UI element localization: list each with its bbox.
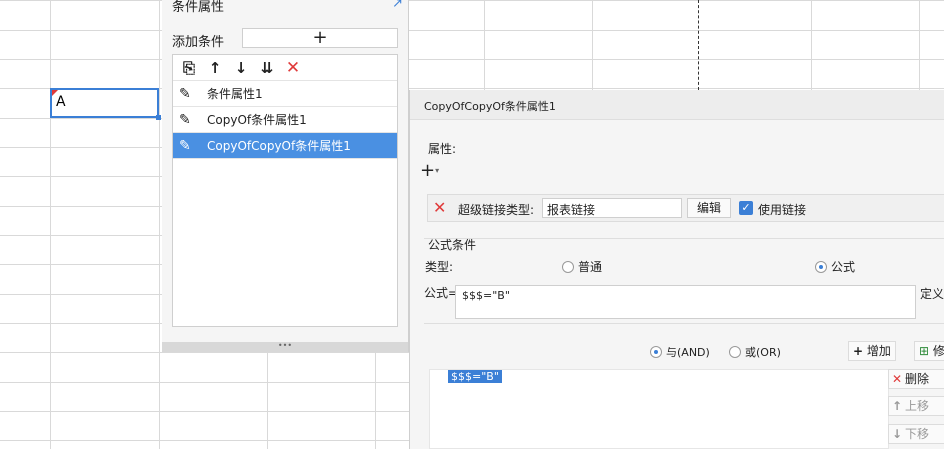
list-item-label: CopyOf条件属性1 bbox=[207, 113, 307, 127]
pencil-icon: ✎ bbox=[179, 85, 191, 102]
list-item-label: CopyOfCopyOf条件属性1 bbox=[207, 139, 351, 153]
move-down-button[interactable]: ↓ 下移 bbox=[888, 424, 944, 444]
formula-input[interactable]: $$$="B" bbox=[455, 285, 916, 319]
logic-or-option[interactable]: 或(OR) bbox=[729, 344, 781, 360]
panel-title: 条件属性 bbox=[172, 0, 225, 15]
list-item[interactable]: ✎ 条件属性1 bbox=[173, 81, 397, 107]
arrow-down-icon: ↓ bbox=[892, 427, 903, 441]
radio-button-selected[interactable] bbox=[650, 346, 662, 358]
modify-icon: ⊞ bbox=[919, 344, 930, 358]
radio-button[interactable] bbox=[729, 346, 741, 358]
property-label: 属性: bbox=[428, 142, 457, 156]
radio-button-selected[interactable] bbox=[815, 261, 827, 273]
formula-condition-list: $$$="B" bbox=[429, 369, 889, 449]
condition-toolbar: ⎘ ↑ ↓ ⇊ ✕ bbox=[173, 55, 397, 81]
condition-list: ⎘ ↑ ↓ ⇊ ✕ ✎ 条件属性1 ✎ CopyOf条件属性1 ✎ CopyOf… bbox=[172, 54, 398, 327]
add-condition-label: 添加条件 bbox=[172, 35, 225, 50]
move-bottom-icon[interactable]: ⇊ bbox=[257, 59, 277, 77]
add-condition-button[interactable]: + bbox=[242, 28, 398, 48]
move-up-icon[interactable]: ↑ bbox=[205, 59, 225, 77]
plus-icon: + bbox=[853, 344, 864, 358]
pencil-icon: ✎ bbox=[179, 137, 191, 154]
cell-marker-icon bbox=[52, 90, 58, 96]
remove-property-icon[interactable]: ✕ bbox=[433, 198, 446, 217]
list-item-label: 条件属性1 bbox=[207, 87, 263, 101]
formula-label: 公式= bbox=[424, 286, 459, 300]
use-link-checkbox[interactable]: ✓ bbox=[739, 201, 753, 215]
delete-icon[interactable]: ✕ bbox=[283, 58, 303, 78]
hyperlink-type-field[interactable]: 报表链接 bbox=[542, 198, 682, 218]
arrow-up-icon: ↑ bbox=[892, 399, 903, 413]
radio-button[interactable] bbox=[562, 261, 574, 273]
pin-icon[interactable]: ↗ bbox=[392, 0, 403, 11]
modify-button[interactable]: ⊞ 修 bbox=[914, 341, 944, 361]
type-label: 类型: bbox=[425, 260, 454, 274]
cell-value: A bbox=[56, 94, 66, 110]
type-option-normal[interactable]: 普通 bbox=[562, 258, 602, 275]
list-item[interactable]: ✎ CopyOf条件属性1 bbox=[173, 107, 397, 133]
list-item-selected[interactable]: ✎ CopyOfCopyOf条件属性1 bbox=[173, 133, 397, 159]
fill-handle[interactable] bbox=[156, 115, 161, 120]
move-down-icon[interactable]: ↓ bbox=[231, 59, 251, 77]
page-break-line bbox=[698, 0, 699, 90]
logic-and-option[interactable]: 与(AND) bbox=[650, 344, 710, 360]
delete-button[interactable]: ✕ 删除 bbox=[888, 369, 944, 389]
hyperlink-property-row: ✕ 超级链接类型: 报表链接 编辑 ✓ 使用链接 bbox=[427, 194, 944, 222]
add-property-dropdown[interactable]: +▾ bbox=[420, 162, 450, 182]
pencil-icon: ✎ bbox=[179, 111, 191, 128]
chevron-down-icon: ▾ bbox=[435, 166, 440, 175]
dialog-title: CopyOfCopyOf条件属性1 bbox=[410, 90, 944, 120]
type-option-formula[interactable]: 公式 bbox=[815, 258, 855, 275]
copy-icon[interactable]: ⎘ bbox=[179, 59, 199, 77]
use-link-label: 使用链接 bbox=[758, 203, 807, 217]
delete-icon: ✕ bbox=[892, 372, 903, 386]
condition-detail-dialog: CopyOfCopyOf条件属性1 属性: +▾ ✕ 超级链接类型: 报表链接 … bbox=[409, 90, 944, 449]
condition-item[interactable]: $$$="B" bbox=[448, 370, 502, 383]
move-up-button[interactable]: ↑ 上移 bbox=[888, 396, 944, 416]
add-button[interactable]: + 增加 bbox=[848, 341, 896, 361]
section-divider bbox=[424, 238, 944, 239]
condition-panel: 条件属性 ↗ 添加条件 + ⎘ ↑ ↓ ⇊ ✕ ✎ 条件属性1 ✎ CopyOf… bbox=[162, 0, 409, 352]
resize-handle[interactable]: ••• bbox=[162, 342, 408, 352]
edit-button[interactable]: 编辑 bbox=[687, 198, 731, 218]
define-button[interactable]: 定义 bbox=[920, 285, 944, 305]
hyperlink-type-label: 超级链接类型: bbox=[458, 203, 535, 217]
formula-section-label: 公式条件 bbox=[428, 238, 477, 252]
plus-icon: + bbox=[420, 160, 436, 181]
selected-cell[interactable]: A bbox=[50, 88, 161, 120]
